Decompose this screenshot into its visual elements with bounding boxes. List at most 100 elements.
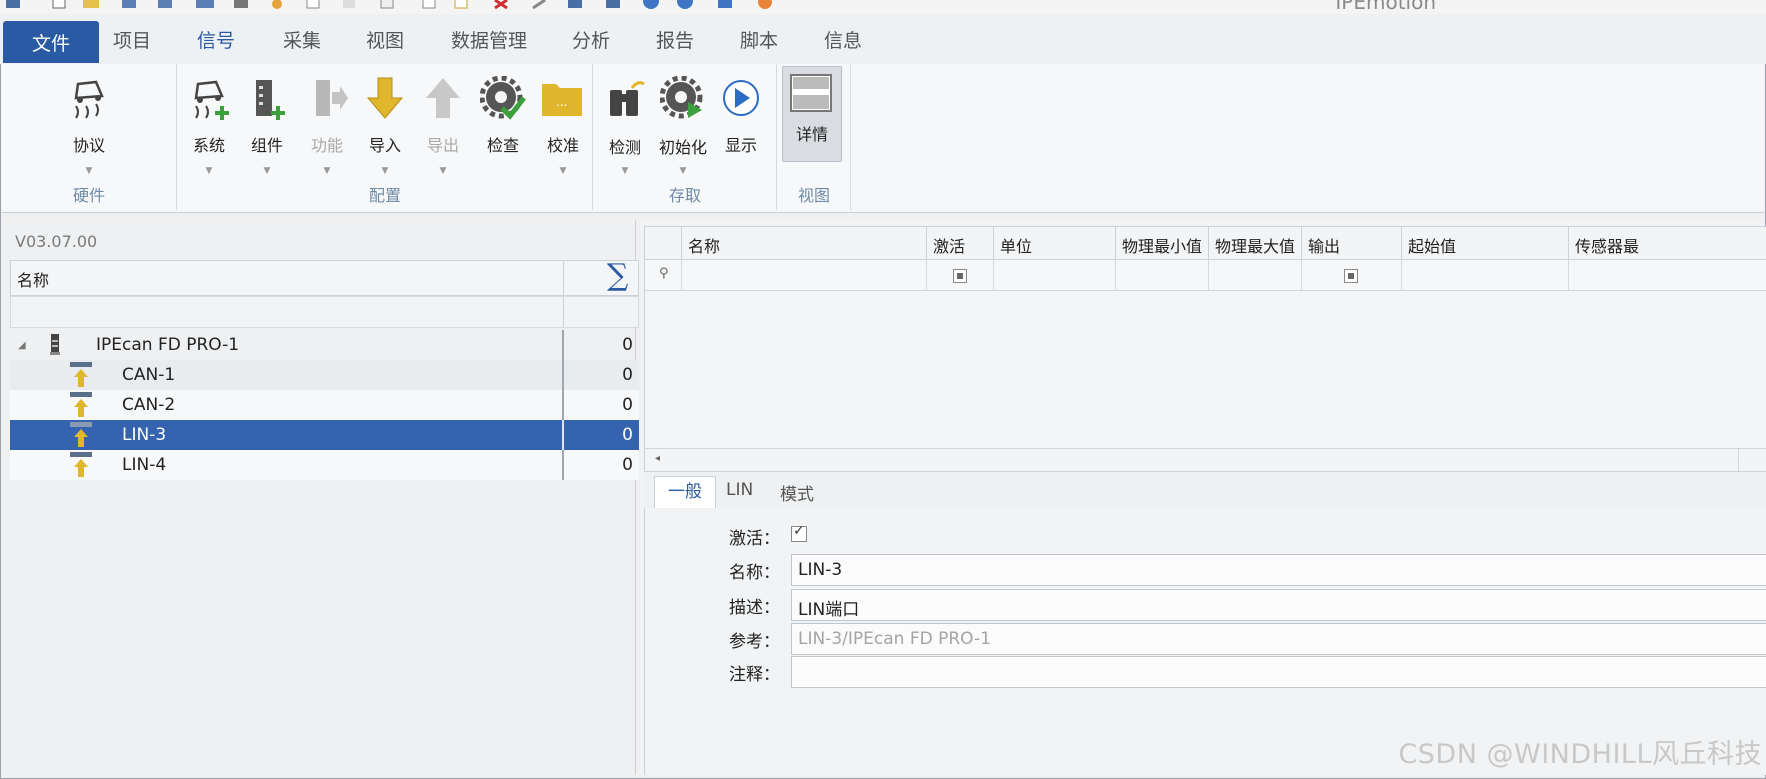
document-icon[interactable] bbox=[420, 0, 438, 10]
column-divider bbox=[562, 330, 564, 360]
tree-header: 名称 ∑ bbox=[10, 258, 639, 296]
filter-cell-phys-max[interactable] bbox=[1209, 260, 1302, 290]
tab-info[interactable]: 信息 bbox=[824, 26, 862, 53]
grid-filter-row[interactable]: ⚲ bbox=[645, 260, 1766, 291]
active-checkbox[interactable] bbox=[791, 523, 807, 542]
hardware-tree-panel: V03.07.00 名称 ∑ ◢ IPEcan FD PRO-1 0 CAN-1… bbox=[5, 220, 639, 775]
system-button[interactable]: 系统 ▼ bbox=[178, 72, 240, 182]
record-icon[interactable] bbox=[756, 0, 774, 10]
column-header-phys-min[interactable]: 物理最小值 bbox=[1116, 227, 1209, 259]
tab-view[interactable]: 视图 bbox=[366, 26, 404, 53]
column-header-sensor[interactable]: 传感器最 bbox=[1569, 227, 1766, 259]
edit-icon[interactable] bbox=[378, 0, 396, 10]
filter-checkbox[interactable] bbox=[1344, 269, 1358, 283]
cut-icon[interactable] bbox=[268, 0, 286, 10]
tree-row-device[interactable]: ◢ IPEcan FD PRO-1 0 bbox=[10, 330, 639, 360]
column-header-output[interactable]: 输出 bbox=[1302, 227, 1402, 259]
scrollbar-divider bbox=[1738, 449, 1739, 471]
export-button[interactable]: 导出 ▼ bbox=[412, 72, 474, 182]
horizontal-scrollbar[interactable]: ◂ bbox=[645, 448, 1766, 471]
initialize-button[interactable]: 初始化 ▼ bbox=[652, 72, 714, 182]
delete-icon[interactable] bbox=[492, 0, 510, 10]
help-icon[interactable] bbox=[642, 0, 660, 10]
print-icon[interactable] bbox=[232, 0, 250, 10]
device-icon bbox=[50, 334, 60, 355]
filter-cell-sensor[interactable] bbox=[1569, 260, 1766, 290]
port-icon bbox=[70, 362, 92, 387]
tab-analysis[interactable]: 分析 bbox=[572, 26, 610, 53]
grid-header: 名称 激活 单位 物理最小值 物理最大值 输出 起始值 传感器最 bbox=[645, 227, 1766, 260]
tab-mode[interactable]: 模式 bbox=[780, 480, 814, 505]
component-button[interactable]: 组件 ▼ bbox=[236, 72, 298, 182]
tree-row-lin-3[interactable]: LIN-3 0 bbox=[10, 420, 639, 450]
open-folder-icon[interactable] bbox=[82, 0, 100, 10]
tab-report[interactable]: 报告 bbox=[656, 26, 694, 53]
copy-icon[interactable] bbox=[304, 0, 322, 10]
redo-icon[interactable] bbox=[604, 0, 622, 10]
tree-filter-row[interactable] bbox=[10, 296, 639, 328]
name-field[interactable]: LIN-3 bbox=[791, 554, 1766, 586]
tools-icon[interactable] bbox=[530, 0, 548, 10]
tree-row-can-1[interactable]: CAN-1 0 bbox=[10, 360, 639, 390]
tree-row-lin-4[interactable]: LIN-4 0 bbox=[10, 450, 639, 480]
tab-acquisition[interactable]: 采集 bbox=[283, 26, 321, 53]
reference-value: LIN-3/IPEcan FD PRO-1 bbox=[798, 629, 991, 649]
import-button[interactable]: 导入 ▼ bbox=[354, 72, 416, 182]
column-header-start-value[interactable]: 起始值 bbox=[1402, 227, 1569, 259]
paste-icon[interactable] bbox=[340, 0, 358, 10]
tree-label: CAN-2 bbox=[122, 395, 176, 415]
details-button[interactable]: 详情 bbox=[782, 66, 842, 162]
tab-project[interactable]: 项目 bbox=[113, 26, 151, 53]
check-button[interactable]: 检查 bbox=[472, 72, 534, 182]
save-as-icon[interactable] bbox=[156, 0, 174, 10]
tab-general[interactable]: 一般 bbox=[654, 476, 716, 509]
tree-row-can-2[interactable]: CAN-2 0 bbox=[10, 390, 639, 420]
filter-cell-start-value[interactable] bbox=[1402, 260, 1569, 290]
function-button[interactable]: 功能 ▼ bbox=[296, 72, 358, 182]
column-header-name[interactable]: 名称 bbox=[682, 227, 927, 259]
column-header-active[interactable]: 激活 bbox=[927, 227, 994, 259]
undo-icon[interactable] bbox=[566, 0, 584, 10]
sigma-icon[interactable]: ∑ bbox=[607, 258, 628, 293]
scroll-left-icon[interactable]: ◂ bbox=[655, 453, 660, 464]
watermark: CSDN @WINDHILL风丘科技 bbox=[1398, 739, 1762, 770]
column-divider bbox=[562, 420, 564, 450]
collapse-triangle-icon[interactable]: ◢ bbox=[18, 340, 26, 351]
filter-cell-output[interactable] bbox=[1302, 260, 1402, 290]
column-header-unit[interactable]: 单位 bbox=[994, 227, 1116, 259]
play-icon bbox=[723, 80, 759, 116]
description-field[interactable]: LIN端口 bbox=[791, 589, 1766, 621]
chevron-down-icon: ▼ bbox=[85, 166, 93, 176]
auto-icon[interactable] bbox=[196, 0, 214, 10]
filter-cell-phys-min[interactable] bbox=[1116, 260, 1209, 290]
save-icon[interactable] bbox=[120, 0, 138, 10]
rename-icon[interactable] bbox=[452, 0, 470, 10]
new-icon[interactable] bbox=[50, 0, 68, 10]
pin-icon[interactable]: ⚲ bbox=[659, 266, 669, 281]
detect-button[interactable]: 检测 ▼ bbox=[594, 72, 656, 182]
protocol-button[interactable]: 协议 ▼ bbox=[58, 72, 120, 182]
filter-cell-name[interactable] bbox=[682, 260, 927, 290]
filter-cell-unit[interactable] bbox=[994, 260, 1116, 290]
tab-file[interactable]: 文件 bbox=[3, 21, 99, 63]
display-button[interactable]: 显示 bbox=[710, 72, 772, 182]
calibrate-button[interactable]: ... 校准 ▼ bbox=[532, 72, 594, 182]
filter-checkbox[interactable] bbox=[953, 269, 967, 283]
filter-cell-active[interactable] bbox=[927, 260, 994, 290]
column-header-name[interactable]: 名称 bbox=[17, 267, 49, 291]
back-icon[interactable] bbox=[676, 0, 694, 10]
tab-data-management[interactable]: 数据管理 bbox=[451, 26, 527, 53]
signal-panel: 名称 激活 单位 物理最小值 物理最大值 输出 起始值 传感器最 ⚲ ◂ 一般 … bbox=[640, 220, 1766, 775]
column-header-label: 起始值 bbox=[1408, 237, 1457, 256]
tab-script[interactable]: 脚本 bbox=[740, 26, 778, 53]
tab-signal[interactable]: 信号 bbox=[197, 26, 235, 53]
tab-lin[interactable]: LIN bbox=[726, 480, 753, 500]
car-protocol-icon bbox=[74, 80, 104, 119]
column-header-phys-max[interactable]: 物理最大值 bbox=[1209, 227, 1302, 259]
comment-field[interactable] bbox=[791, 656, 1766, 688]
column-header-label: 物理最大值 bbox=[1215, 237, 1296, 256]
info-icon[interactable] bbox=[716, 0, 734, 10]
add-system-icon bbox=[194, 80, 229, 120]
gear-play-icon bbox=[660, 76, 703, 119]
svg-text:...: ... bbox=[556, 95, 567, 109]
